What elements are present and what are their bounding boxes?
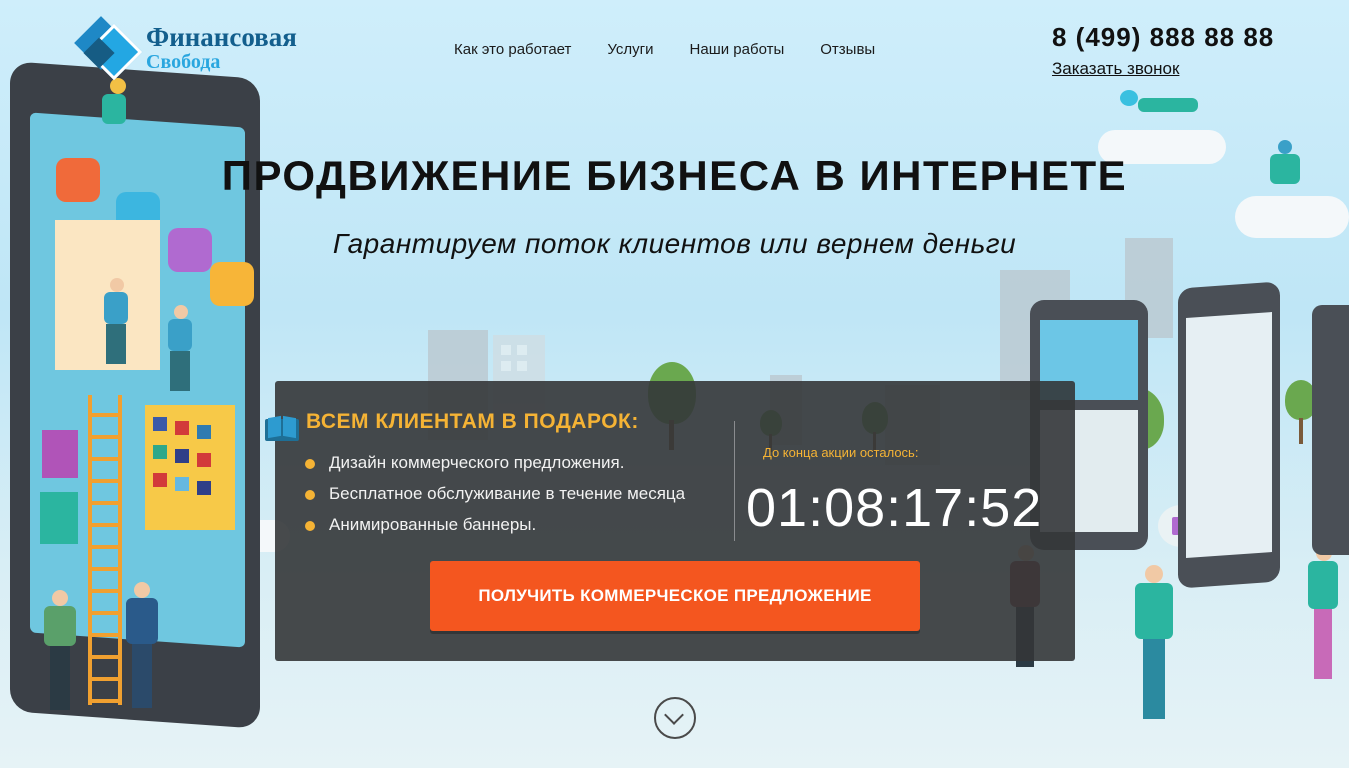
countdown-timer: 01:08:17:52 bbox=[746, 478, 1043, 538]
logo-mark-icon bbox=[74, 16, 143, 81]
timer-label: До конца акции осталось: bbox=[763, 445, 919, 460]
main-nav: Как это работает Услуги Наши работы Отзы… bbox=[454, 41, 875, 58]
bullet-text: Анимированные баннеры. bbox=[329, 515, 537, 534]
hero-title: ПРОДВИЖЕНИЕ БИЗНЕСА В ИНТЕРНЕТЕ bbox=[221, 152, 1128, 199]
list-item: Бесплатное обслуживание в течение месяца bbox=[305, 484, 685, 504]
nav-services[interactable]: Услуги bbox=[607, 41, 653, 58]
phone-number[interactable]: 8 (499) 888 88 88 bbox=[1052, 22, 1274, 53]
bullet-dot-icon bbox=[305, 521, 315, 531]
promo-title: ВСЕМ КЛИЕНТАМ В ПОДАРОК: bbox=[306, 410, 639, 433]
tile bbox=[42, 430, 78, 478]
promo-panel: ВСЕМ КЛИЕНТАМ В ПОДАРОК: Дизайн коммерче… bbox=[265, 381, 1075, 661]
scroll-down-button[interactable] bbox=[654, 697, 696, 739]
promo-bullets: Дизайн коммерческого предложения. Беспла… bbox=[305, 453, 685, 546]
ladder bbox=[88, 395, 122, 705]
chevron-down-icon bbox=[664, 705, 684, 725]
nav-how-it-works[interactable]: Как это работает bbox=[454, 41, 571, 58]
lock-app-icon bbox=[210, 262, 254, 306]
bullet-text: Дизайн коммерческого предложения. bbox=[329, 453, 625, 472]
logo[interactable]: Финансовая Свобода bbox=[74, 16, 297, 81]
bullet-text: Бесплатное обслуживание в течение месяца bbox=[329, 484, 686, 503]
nav-reviews[interactable]: Отзывы bbox=[820, 41, 875, 58]
nav-our-works[interactable]: Наши работы bbox=[690, 41, 785, 58]
tile bbox=[40, 492, 78, 544]
device-illustration-edge bbox=[1312, 305, 1349, 555]
tablet-illustration-right bbox=[1178, 281, 1280, 589]
bullet-dot-icon bbox=[305, 490, 315, 500]
contact-block: 8 (499) 888 88 88 Заказать звонок bbox=[1052, 22, 1274, 79]
list-item: Анимированные баннеры. bbox=[305, 515, 685, 535]
get-offer-button[interactable]: ПОЛУЧИТЬ КОММЕРЧЕСКОЕ ПРЕДЛОЖЕНИЕ bbox=[430, 561, 920, 631]
book-gift-icon bbox=[265, 415, 301, 443]
divider bbox=[734, 421, 735, 541]
hero-subtitle: Гарантируем поток клиентов или вернем де… bbox=[332, 228, 1017, 259]
callback-link[interactable]: Заказать звонок bbox=[1052, 59, 1274, 79]
logo-line1: Финансовая bbox=[146, 22, 297, 52]
tiles-wall bbox=[145, 405, 235, 530]
logo-line2: Свобода bbox=[146, 51, 221, 73]
bullet-dot-icon bbox=[305, 459, 315, 469]
list-item: Дизайн коммерческого предложения. bbox=[305, 453, 685, 473]
